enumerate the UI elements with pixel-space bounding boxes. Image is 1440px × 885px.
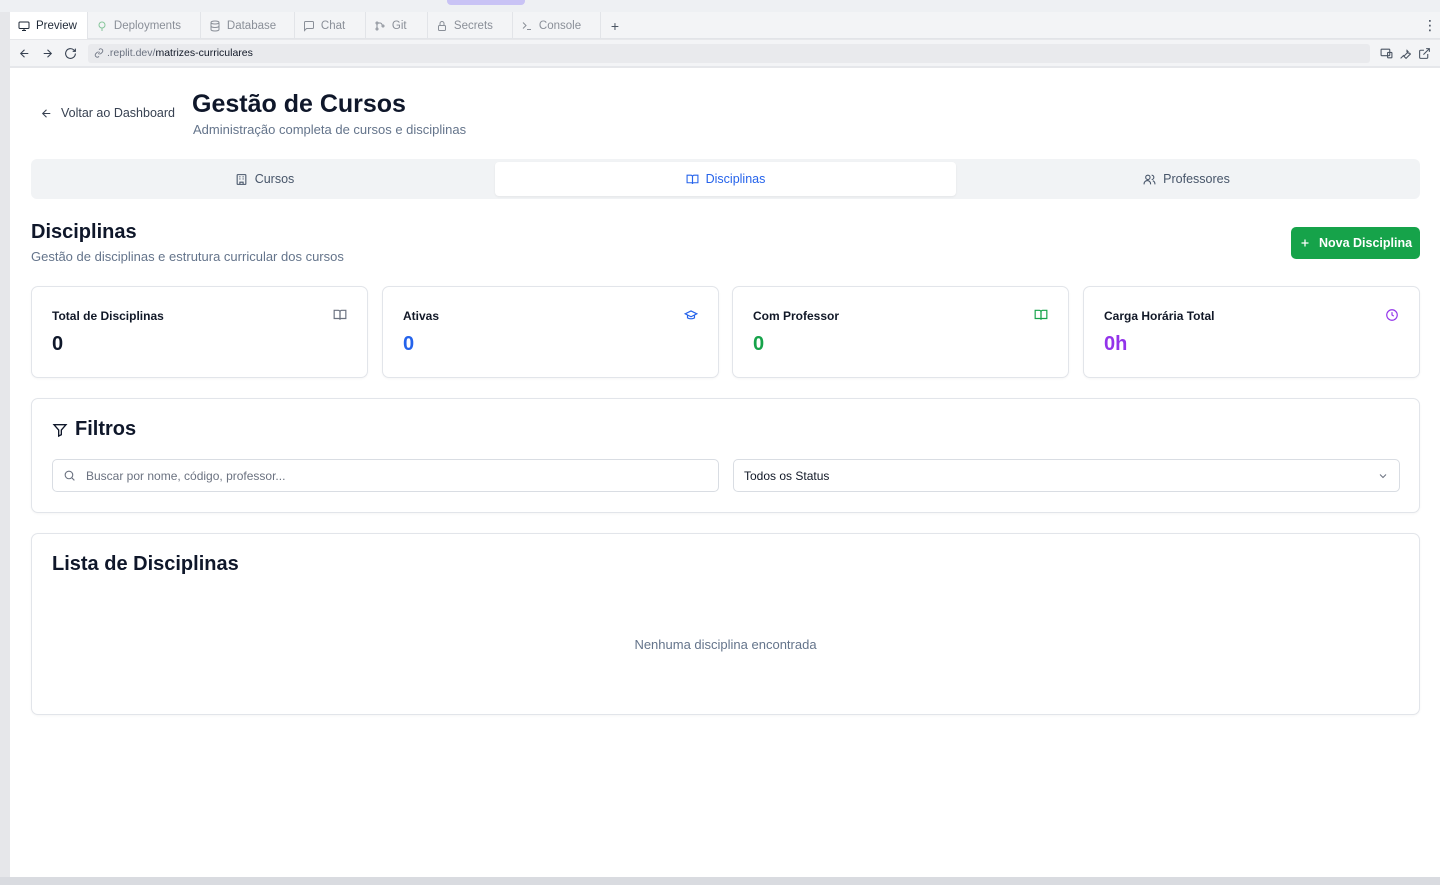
stat-card-ativas: Ativas 0: [382, 286, 719, 378]
page-subtitle: Administração completa de cursos e disci…: [193, 122, 467, 137]
book-icon: [686, 174, 699, 184]
url-input[interactable]: .replit.dev/matrizes-curriculares: [88, 43, 1370, 63]
deploy-icon: [98, 21, 106, 31]
workspace-tab-bar: Preview Deployments Database Chat Git Se…: [10, 12, 1440, 39]
chat-icon: [303, 20, 314, 32]
stat-label: Com Professor: [753, 309, 840, 323]
stat-value: 0: [52, 333, 64, 355]
devices-icon[interactable]: [1380, 47, 1393, 60]
status-select[interactable]: Todos os Status: [733, 459, 1400, 492]
external-link-icon[interactable]: [1418, 47, 1431, 60]
new-discipline-label: Nova Disciplina: [1318, 236, 1413, 250]
tab-cursos[interactable]: Cursos: [34, 162, 495, 196]
stat-value: 0: [403, 333, 415, 355]
section-title: Disciplinas: [31, 221, 137, 243]
tab-database[interactable]: Database: [201, 12, 295, 39]
clock-icon: [1385, 308, 1399, 322]
tab-label: Preview: [36, 19, 77, 32]
search-icon: [64, 470, 75, 481]
new-tab-button[interactable]: +: [601, 12, 629, 39]
window-bottom-strip: [0, 877, 1440, 885]
tab-chat[interactable]: Chat: [295, 12, 366, 39]
page-title: Gestão de Cursos: [192, 90, 406, 118]
filters-card: Filtros Todos os Status: [31, 398, 1420, 513]
reload-icon[interactable]: [59, 42, 82, 65]
book-open-icon: [1034, 308, 1048, 322]
top-indicator: [447, 0, 525, 5]
url-domain: .replit.dev/: [107, 47, 156, 59]
tab-secrets[interactable]: Secrets: [428, 12, 513, 39]
monitor-icon: [18, 21, 30, 31]
stat-label: Ativas: [403, 309, 440, 323]
stat-card-total: Total de Disciplinas 0: [31, 286, 368, 378]
link-icon: [94, 48, 104, 58]
address-bar: .replit.dev/matrizes-curriculares: [10, 40, 1440, 67]
disciplines-list-card: Lista de Disciplinas Nenhuma disciplina …: [31, 533, 1420, 715]
search-input[interactable]: [86, 468, 686, 483]
forward-arrow-icon[interactable]: [36, 42, 59, 65]
tab-deployments[interactable]: Deployments: [88, 12, 201, 39]
new-discipline-button[interactable]: Nova Disciplina: [1291, 227, 1420, 259]
section-tabs: Cursos Disciplinas Professores: [31, 159, 1420, 199]
users-icon: [1143, 174, 1156, 184]
back-arrow-icon[interactable]: [13, 42, 36, 65]
wrench-icon[interactable]: [1399, 47, 1412, 60]
tab-label: Professores: [1163, 172, 1230, 186]
stat-card-carga-horaria: Carga Horária Total 0h: [1083, 286, 1420, 378]
building-icon: [236, 173, 247, 185]
terminal-icon: [522, 21, 531, 30]
tab-console[interactable]: Console: [513, 12, 601, 39]
tab-label: Git: [391, 19, 407, 32]
tab-professores[interactable]: Professores: [956, 162, 1417, 196]
list-title: Lista de Disciplinas: [52, 553, 239, 575]
lock-icon: [437, 20, 446, 31]
tab-git[interactable]: Git: [366, 12, 428, 39]
chevron-down-icon: [1379, 473, 1387, 478]
url-path: matrizes-curriculares: [155, 47, 253, 59]
filters-title: Filtros: [75, 418, 137, 440]
tab-label: Disciplinas: [705, 172, 766, 186]
tab-label: Cursos: [254, 172, 295, 186]
stat-card-com-professor: Com Professor 0: [732, 286, 1069, 378]
arrow-left-icon: [41, 108, 51, 118]
stat-value: 0: [753, 333, 765, 355]
tab-label: Database: [226, 19, 277, 32]
empty-state-message: Nenhuma disciplina encontrada: [634, 637, 817, 652]
tab-preview[interactable]: Preview: [10, 12, 88, 39]
search-field[interactable]: [52, 459, 719, 492]
tab-label: Secrets: [453, 19, 493, 32]
stat-label: Total de Disciplinas: [52, 309, 164, 323]
stat-label: Carga Horária Total: [1104, 309, 1215, 323]
tab-disciplinas[interactable]: Disciplinas: [495, 162, 956, 196]
app-page: Voltar ao Dashboard Gestão de Cursos Adm…: [10, 68, 1440, 877]
tab-label: Deployments: [113, 19, 182, 32]
tab-label: Chat: [320, 19, 346, 32]
window-top-strip: [0, 0, 1440, 12]
back-to-dashboard-link[interactable]: Voltar ao Dashboard: [40, 106, 175, 120]
git-icon: [375, 21, 385, 30]
database-icon: [210, 20, 220, 32]
back-label: Voltar ao Dashboard: [61, 106, 175, 120]
filter-icon: [52, 423, 68, 437]
book-open-icon: [333, 308, 347, 322]
stat-value: 0h: [1104, 333, 1128, 355]
more-options-icon[interactable]: ⋮: [1420, 12, 1440, 38]
status-select-value: Todos os Status: [744, 468, 830, 483]
tab-label: Console: [538, 19, 582, 32]
filters-header: Filtros: [52, 418, 136, 441]
section-subtitle: Gestão de disciplinas e estrutura curric…: [31, 249, 344, 264]
graduation-cap-icon: [683, 308, 699, 322]
plus-icon: [1301, 239, 1309, 247]
